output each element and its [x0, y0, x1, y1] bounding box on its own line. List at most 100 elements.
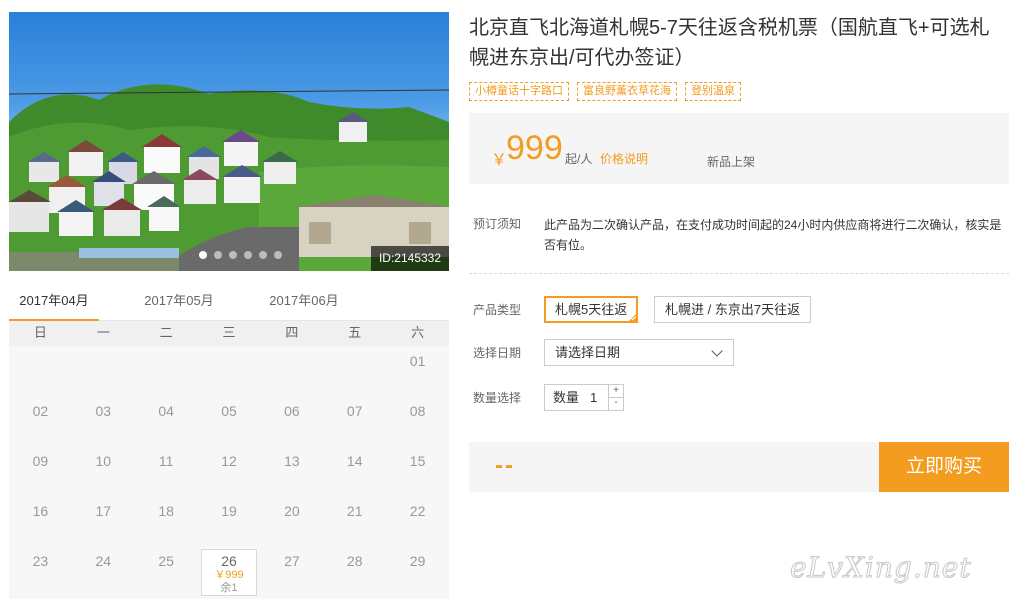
product-type-option-sapporo-tokyo-7day[interactable]: 札幌进 / 东京出7天往返 [654, 296, 812, 323]
day-number: 10 [95, 453, 112, 469]
option-label: 札幌进 / 东京出7天往返 [665, 302, 801, 317]
total-price: -- [495, 452, 515, 479]
quantity-stepper[interactable]: 数量 1 + - [544, 384, 624, 411]
month-tabs: 2017年04月 2017年05月 2017年06月 [9, 288, 449, 322]
booking-notice-label: 预订须知 [473, 217, 522, 231]
day-number: 18 [158, 503, 174, 519]
product-tags: 小樽童话十字路口 富良野薰衣草花海 登别温泉 [469, 82, 741, 101]
buy-now-button[interactable]: 立即购买 [879, 442, 1009, 492]
date-select-value: 请选择日期 [555, 345, 621, 360]
weekday-fri: 五 [348, 325, 362, 340]
product-title: 北京直飞北海道札幌5-7天往返含税机票（国航直飞+可选札幌进东京出/可代办签证） [469, 17, 990, 69]
weekday-sun: 日 [33, 325, 47, 340]
hillside-town-image [9, 84, 449, 271]
carousel-dot[interactable] [244, 251, 252, 259]
calendar-day: 12 [198, 446, 261, 496]
day-number: 13 [284, 453, 300, 469]
tag-otaru[interactable]: 小樽童话十字路口 [469, 82, 569, 101]
calendar-day: 15 [386, 446, 449, 496]
day-number: 12 [221, 453, 237, 469]
quantity-label: 数量选择 [473, 391, 522, 405]
calendar-day: 09 [9, 446, 72, 496]
day-number: 16 [32, 503, 49, 519]
calendar-empty-cell [260, 346, 323, 396]
quantity-value[interactable]: 1 [590, 385, 597, 410]
calendar-empty-cell [72, 346, 135, 396]
day-number: 07 [346, 403, 363, 419]
price-panel: ￥ 999 起/人 价格说明 新品上架 [469, 113, 1009, 184]
calendar-day: 10 [72, 446, 135, 496]
day-number: 28 [346, 553, 363, 569]
new-arrival-label: 新品上架 [707, 155, 756, 169]
calendar-day: 11 [135, 446, 198, 496]
calendar-day: 18 [135, 496, 198, 546]
day-number: 20 [284, 503, 300, 519]
product-type-label: 产品类型 [473, 303, 522, 317]
day-number: 17 [95, 503, 112, 519]
calendar-day: 20 [260, 496, 323, 546]
day-remaining-seats: 余1 [220, 582, 238, 594]
calendar-grid: 01 02 03 04 05 06 07 08 09 10 11 12 13 14 15 16 17 18 19 20… [9, 346, 449, 599]
calendar-day: 01 [386, 346, 449, 396]
calendar-empty-cell [198, 346, 261, 396]
carousel-dots [199, 251, 282, 259]
divider [469, 273, 1009, 274]
watermark-text: eLvXing.net [790, 551, 972, 584]
checkmark-icon [627, 312, 639, 323]
watermark-logo: eLvXing.net [790, 551, 972, 585]
calendar-day: 22 [386, 496, 449, 546]
calendar-day: 14 [323, 446, 386, 496]
day-number: 24 [95, 553, 112, 569]
tab-month-2017-06[interactable]: 2017年06月 [259, 288, 349, 321]
weekday-sat: 六 [411, 325, 425, 340]
day-number: 05 [221, 403, 237, 419]
carousel-dot[interactable] [229, 251, 237, 259]
day-number: 26 [221, 553, 237, 569]
calendar-day: 24 [72, 546, 135, 596]
price-explanation-link[interactable]: 价格说明 [600, 150, 648, 167]
weekday-wed: 三 [222, 325, 236, 340]
purchase-bar: -- 立即购买 [469, 442, 1009, 492]
calendar-day: 25 [135, 546, 198, 596]
carousel-dot[interactable] [274, 251, 282, 259]
tag-furano[interactable]: 富良野薰衣草花海 [577, 82, 677, 101]
booking-notice-text: 此产品为二次确认产品，在支付成功时间起的24小时内供应商将进行二次确认，核实是否… [544, 218, 1002, 252]
carousel-dot[interactable] [214, 251, 222, 259]
chevron-down-icon [711, 345, 723, 357]
currency-symbol: ￥ [491, 152, 508, 169]
date-select-label: 选择日期 [473, 346, 522, 360]
product-type-option-sapporo-5day[interactable]: 札幌5天往返 [544, 296, 639, 323]
tag-noboribetsu[interactable]: 登别温泉 [685, 82, 741, 101]
photo-id-badge: ID:2145332 [371, 246, 449, 271]
calendar-day: 07 [323, 396, 386, 446]
calendar-empty-cell [323, 346, 386, 396]
day-number: 08 [409, 403, 426, 419]
quantity-decrement-button[interactable]: - [608, 397, 623, 410]
calendar-day: 28 [323, 546, 386, 596]
calendar-day: 06 [260, 396, 323, 446]
day-number: 03 [95, 403, 112, 419]
day-number: 21 [346, 503, 363, 519]
day-price: ￥999 [214, 569, 244, 581]
quantity-field-label: 数量 [553, 390, 580, 405]
calendar-day: 29 [386, 546, 449, 596]
carousel-dot[interactable] [259, 251, 267, 259]
calendar-empty-cell [9, 346, 72, 396]
date-select-dropdown[interactable]: 请选择日期 [544, 339, 734, 366]
day-number: 25 [158, 553, 174, 569]
day-number: 09 [32, 453, 49, 469]
tab-month-2017-05[interactable]: 2017年05月 [134, 288, 224, 321]
tab-month-2017-04[interactable]: 2017年04月 [9, 288, 99, 322]
calendar-day: 08 [386, 396, 449, 446]
calendar-day[interactable]: 26 ￥999 余1 [200, 549, 258, 596]
product-photo[interactable]: ID:2145332 [9, 12, 449, 271]
weekday-mon: 一 [96, 325, 110, 340]
calendar-day: 17 [72, 496, 135, 546]
carousel-dot[interactable] [199, 251, 207, 259]
day-number: 15 [409, 453, 426, 469]
calendar-day: 21 [323, 496, 386, 546]
price-unit: 起/人 [565, 152, 593, 166]
calendar-day: 23 [9, 546, 72, 596]
day-number: 02 [32, 403, 49, 419]
calendar-empty-cell [135, 346, 198, 396]
